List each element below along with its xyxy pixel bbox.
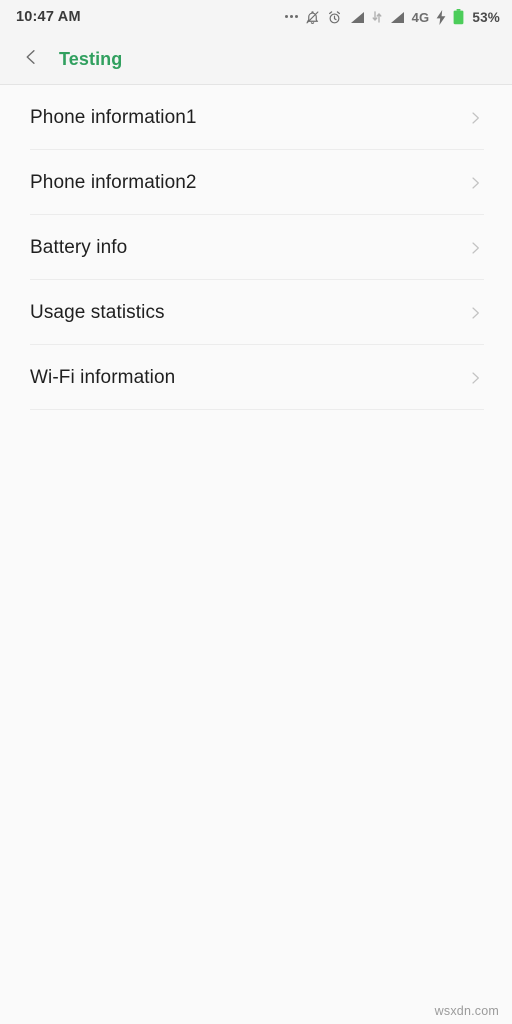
data-transfer-arrows-icon bbox=[372, 11, 382, 23]
chevron-right-icon bbox=[466, 304, 484, 322]
app-bar: Testing bbox=[0, 34, 512, 85]
alarm-clock-icon bbox=[327, 10, 342, 25]
charging-bolt-icon bbox=[436, 9, 446, 25]
chevron-right-icon bbox=[466, 174, 484, 192]
list-item-wifi-information[interactable]: Wi-Fi information bbox=[0, 345, 512, 410]
chevron-right-icon bbox=[466, 369, 484, 387]
page-title: Testing bbox=[59, 48, 123, 69]
watermark: wsxdn.com bbox=[434, 1004, 499, 1018]
chevron-right-icon bbox=[466, 239, 484, 257]
battery-icon bbox=[453, 9, 464, 25]
bell-muted-icon bbox=[305, 10, 320, 25]
list-item-usage-statistics[interactable]: Usage statistics bbox=[0, 280, 512, 345]
battery-percent-label: 53% bbox=[472, 9, 500, 25]
list-item-label: Battery info bbox=[30, 236, 128, 258]
status-bar: 10:47 AM 4G 53% bbox=[0, 0, 512, 34]
list-item-phone-information2[interactable]: Phone information2 bbox=[0, 150, 512, 215]
chevron-left-icon bbox=[21, 47, 41, 72]
list-item-label: Wi-Fi information bbox=[30, 366, 176, 388]
chevron-right-icon bbox=[466, 109, 484, 127]
list-item-phone-information1[interactable]: Phone information1 bbox=[0, 85, 512, 150]
list-item-label: Phone information1 bbox=[30, 106, 197, 128]
status-bar-clock: 10:47 AM bbox=[16, 9, 81, 25]
signal-bars-sim2-icon bbox=[389, 11, 405, 24]
network-type-label: 4G bbox=[411, 9, 430, 25]
list-item-battery-info[interactable]: Battery info bbox=[0, 215, 512, 280]
more-dots-icon bbox=[284, 9, 298, 25]
signal-bars-sim1-icon bbox=[349, 11, 365, 24]
back-button[interactable] bbox=[14, 42, 48, 76]
list-item-label: Usage statistics bbox=[30, 301, 165, 323]
settings-list: Phone information1 Phone information2 Ba… bbox=[0, 85, 512, 410]
list-item-label: Phone information2 bbox=[30, 171, 197, 193]
status-bar-icons: 4G 53% bbox=[284, 9, 500, 25]
